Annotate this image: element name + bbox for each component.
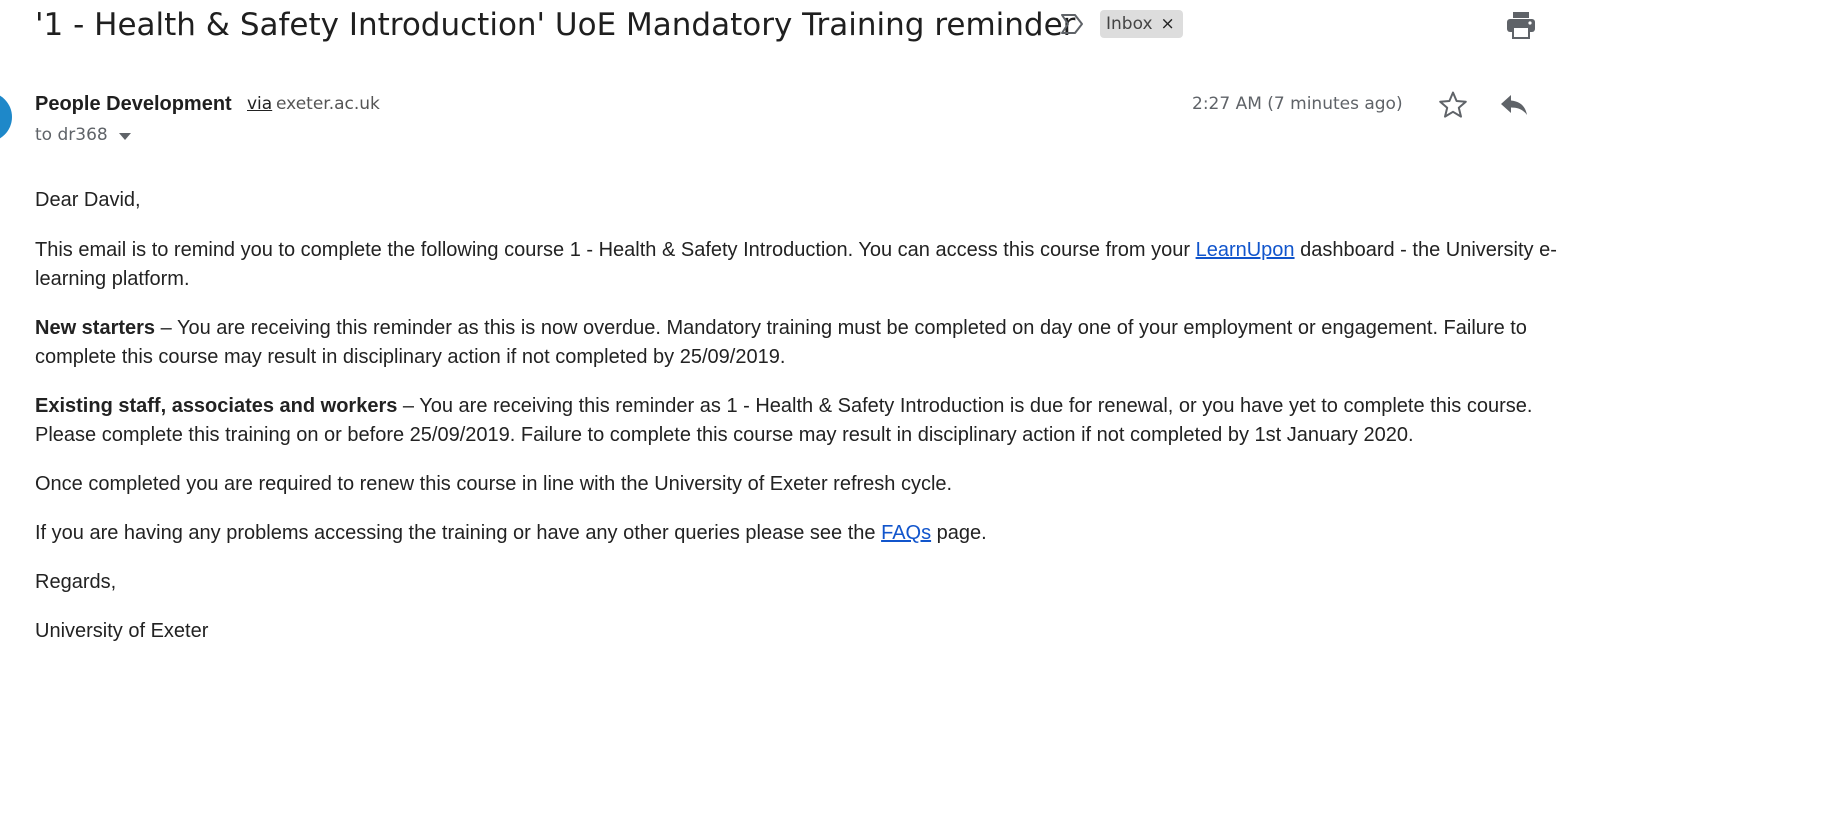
help-text-end: page. bbox=[931, 522, 987, 544]
label-chip-text: Inbox bbox=[1106, 14, 1153, 34]
importance-marker-icon[interactable] bbox=[1060, 13, 1084, 35]
label-chip-inbox[interactable]: Inbox × bbox=[1100, 10, 1183, 38]
new-starters-heading: New starters bbox=[35, 317, 156, 339]
print-icon[interactable] bbox=[1506, 11, 1536, 39]
message-body: Dear David, This email is to remind you … bbox=[35, 186, 1595, 666]
renewal-paragraph: Once completed you are required to renew… bbox=[35, 473, 953, 495]
reply-icon[interactable] bbox=[1499, 93, 1529, 117]
sender-via-link[interactable]: via bbox=[247, 93, 272, 115]
greeting: Dear David, bbox=[35, 189, 141, 211]
star-icon[interactable] bbox=[1438, 90, 1468, 120]
help-text: If you are having any problems accessing… bbox=[35, 522, 882, 544]
learnupon-link[interactable]: LearnUpon bbox=[1196, 239, 1295, 261]
sender-name[interactable]: People Development bbox=[35, 92, 232, 116]
faqs-link[interactable]: FAQs bbox=[881, 522, 931, 544]
closing: Regards, bbox=[35, 571, 117, 593]
sender-avatar[interactable] bbox=[0, 92, 12, 142]
existing-staff-paragraph: Existing staff, associates and workers –… bbox=[35, 392, 1595, 450]
chevron-down-icon[interactable] bbox=[118, 133, 131, 140]
subject-bar: '1 - Health & Safety Introduction' UoE M… bbox=[0, 0, 1824, 56]
email-subject: '1 - Health & Safety Introduction' UoE M… bbox=[35, 7, 1076, 43]
reminder-text: This email is to remind you to complete … bbox=[35, 239, 1196, 261]
remove-label-button[interactable]: × bbox=[1161, 14, 1175, 34]
existing-staff-heading: Existing staff, associates and workers bbox=[35, 395, 398, 417]
new-starters-text: – You are receiving this reminder as thi… bbox=[35, 317, 1527, 368]
message-timestamp: 2:27 AM (7 minutes ago) bbox=[1192, 94, 1403, 114]
new-starters-paragraph: New starters – You are receiving this re… bbox=[35, 314, 1595, 372]
sender-domain: exeter.ac.uk bbox=[276, 94, 380, 114]
reminder-paragraph: This email is to remind you to complete … bbox=[35, 236, 1595, 294]
help-paragraph: If you are having any problems accessing… bbox=[35, 519, 1595, 548]
recipient-line: to dr368 bbox=[35, 124, 131, 146]
signature: University of Exeter bbox=[35, 620, 209, 642]
recipient-text: to dr368 bbox=[35, 125, 108, 145]
